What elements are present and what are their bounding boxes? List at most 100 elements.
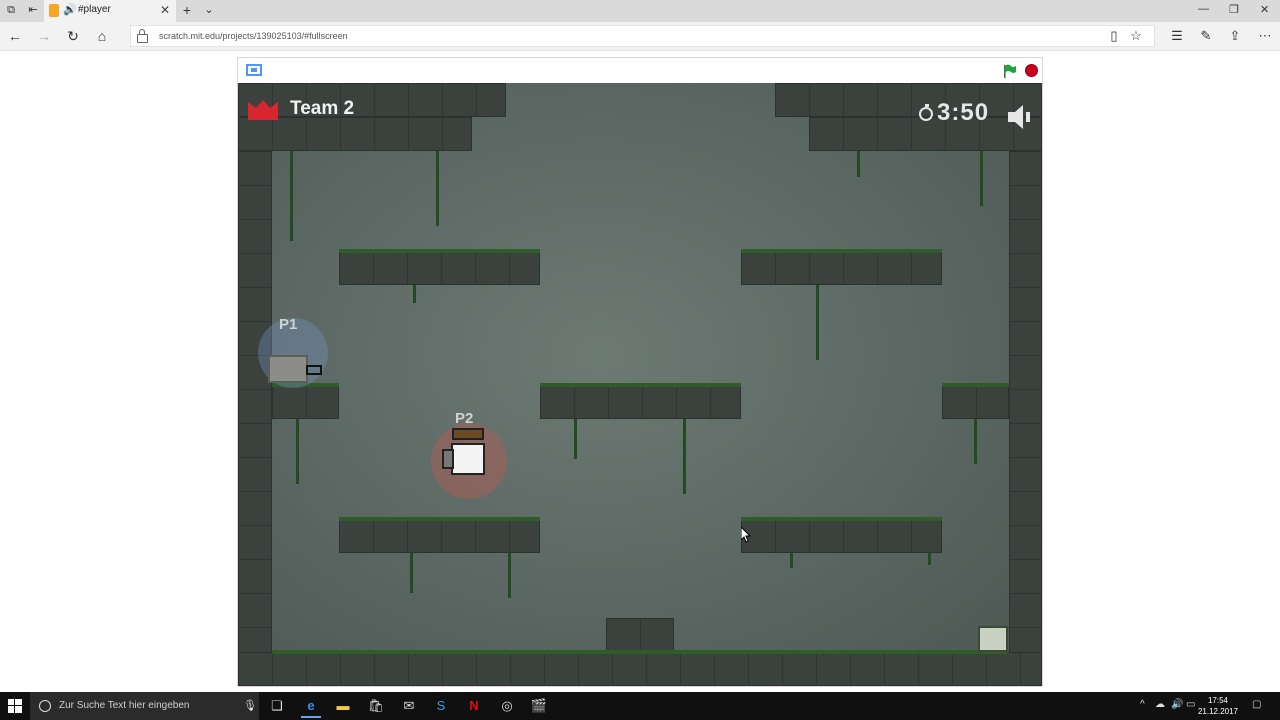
tab-player[interactable]: 🔊 #player ✕ (44, 0, 176, 22)
ledge-right (942, 385, 1009, 419)
network-icon[interactable]: ▭ (1186, 699, 1195, 710)
vine (974, 419, 977, 464)
green-flag-icon[interactable] (1003, 64, 1017, 78)
tab-list-icon[interactable]: ⧉ (5, 4, 17, 16)
cortana-icon (39, 700, 51, 712)
task-view-icon[interactable]: ❏ (267, 696, 287, 716)
vine (928, 553, 931, 565)
netflix-icon[interactable]: N (464, 696, 484, 716)
vine (508, 553, 511, 598)
stop-icon[interactable] (1025, 64, 1038, 77)
p2-hat (452, 428, 484, 440)
file-explorer-icon[interactable]: ▬ (333, 696, 353, 716)
ceiling-block-left (238, 83, 506, 117)
home-icon[interactable]: ⌂ (94, 28, 110, 44)
system-clock[interactable]: 17:54 21.12.2017 (1196, 695, 1240, 717)
vine (790, 553, 793, 568)
mail-icon[interactable]: ✉ (399, 696, 419, 716)
restore-button[interactable]: ❐ (1229, 3, 1239, 16)
vine (816, 285, 819, 360)
left-wall (238, 151, 272, 686)
player-controls (238, 58, 1042, 83)
action-center-icon[interactable]: ▢ (1252, 699, 1261, 710)
share-icon[interactable]: ⇪ (1227, 28, 1243, 44)
grass (741, 517, 942, 521)
forward-arrow-icon[interactable]: → (36, 28, 52, 44)
tab-title: #player (78, 4, 111, 15)
navigation-bar: ← → ↻ ⌂ scratch.mit.edu/projects/1390251… (0, 22, 1280, 51)
p1-gun (306, 365, 322, 375)
set-aside-tabs-icon[interactable]: ⇤ (27, 4, 39, 16)
skype-icon[interactable]: S (431, 696, 451, 716)
ceiling-block-right (775, 83, 1042, 117)
more-options-icon[interactable]: ⋯ (1257, 28, 1273, 44)
grass (942, 383, 1009, 387)
exit-fullscreen-icon[interactable] (246, 64, 262, 76)
tab-preview-chevron-icon[interactable]: ⌄ (203, 4, 215, 16)
vine (574, 419, 577, 459)
vine (857, 151, 860, 177)
audio-playing-icon[interactable]: 🔊 (63, 3, 77, 16)
tab-bar: ⧉ ⇤ 🔊 #player ✕ + ⌄ — ❐ ✕ (0, 0, 1280, 22)
vine (980, 151, 983, 206)
mouse-cursor-icon (741, 527, 751, 543)
stopwatch-icon (919, 104, 933, 121)
grass (339, 249, 540, 253)
match-timer: 3:50 (937, 99, 990, 126)
clock-date: 21.12.2017 (1197, 707, 1239, 716)
back-arrow-icon[interactable]: ← (7, 28, 23, 44)
vine (290, 151, 293, 241)
platform-bottom-right (741, 519, 942, 553)
platform-bottom-left (339, 519, 540, 553)
video-editor-icon[interactable]: 🎬 (529, 696, 549, 716)
p1-label: P1 (279, 316, 298, 333)
grass (339, 517, 540, 521)
windows-taskbar: Zur Suche Text hier eingeben 🎙 ❏ e ▬ 🛍 ✉… (0, 692, 1280, 720)
url-text: scratch.mit.edu/projects/139025103/#full… (159, 31, 348, 41)
search-placeholder: Zur Suche Text hier eingeben (59, 700, 190, 711)
onedrive-icon[interactable]: ☁ (1155, 699, 1165, 710)
crown-icon (248, 100, 278, 120)
p2-character (451, 443, 485, 475)
microphone-icon[interactable]: 🎙 (243, 699, 257, 712)
floor-grass (272, 650, 1009, 654)
game-stage[interactable]: Team 2 3:50 P1 P2 (238, 83, 1042, 686)
show-hidden-icons-chevron-icon[interactable]: ^ (1140, 699, 1145, 710)
weapon-crate (978, 626, 1008, 652)
app-icon[interactable]: ◎ (497, 696, 517, 716)
minimize-button[interactable]: — (1198, 3, 1209, 15)
new-tab-button[interactable]: + (181, 3, 193, 17)
taskbar-search[interactable]: Zur Suche Text hier eingeben 🎙 (30, 692, 259, 720)
grass (540, 383, 741, 387)
ledge-left (272, 385, 339, 419)
vine (296, 419, 299, 484)
clock-time: 17:54 (1207, 696, 1229, 705)
edge-browser-icon[interactable]: e (301, 696, 321, 718)
windows-start-icon[interactable] (8, 699, 22, 713)
reading-view-icon[interactable]: ▯ (1106, 28, 1122, 44)
lock-icon (137, 29, 148, 43)
vine (410, 553, 413, 593)
right-wall (1009, 151, 1042, 686)
address-bar[interactable]: scratch.mit.edu/projects/139025103/#full… (130, 25, 1155, 47)
hub-icon[interactable]: ☰ (1169, 28, 1185, 44)
scratch-favicon-icon (49, 4, 59, 17)
team-label: Team 2 (290, 98, 355, 119)
floor-bump (606, 618, 674, 652)
p2-label: P2 (455, 410, 474, 427)
vine (413, 285, 416, 303)
sound-icon[interactable] (1006, 104, 1034, 130)
floor (238, 652, 1042, 686)
platform-top-left (339, 251, 540, 285)
close-window-button[interactable]: ✕ (1260, 3, 1269, 16)
platform-middle (540, 385, 741, 419)
tab-close-icon[interactable]: ✕ (160, 3, 170, 17)
web-note-pen-icon[interactable]: ✎ (1198, 28, 1214, 44)
refresh-icon[interactable]: ↻ (65, 28, 81, 44)
p1-character (268, 355, 308, 383)
favorite-star-icon[interactable]: ☆ (1128, 28, 1144, 44)
volume-icon[interactable]: 🔊 (1171, 699, 1183, 710)
vine (683, 419, 686, 494)
platform-top-right (741, 251, 942, 285)
store-icon[interactable]: 🛍 (366, 696, 386, 716)
